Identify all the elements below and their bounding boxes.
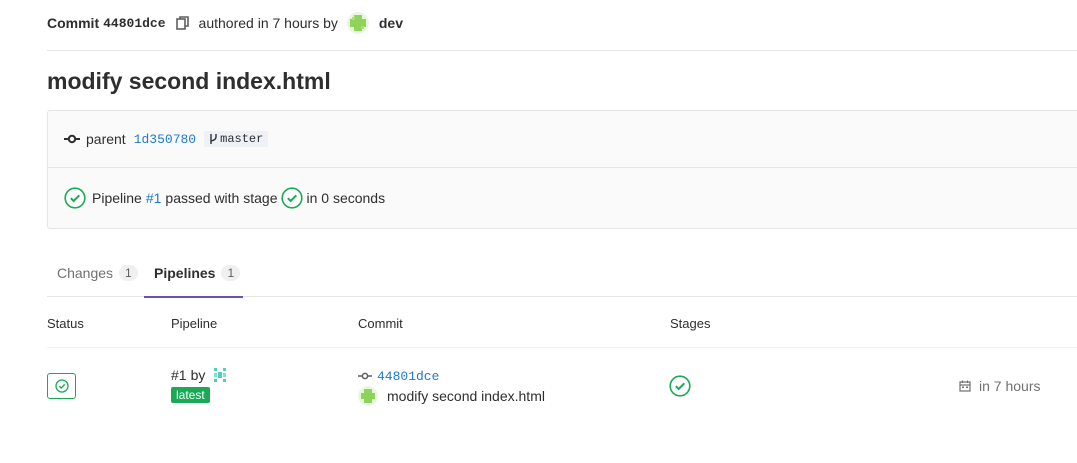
pipeline-time-text: in 7 hours	[979, 378, 1041, 394]
copy-icon	[175, 16, 189, 30]
column-header-pipeline: Pipeline	[171, 316, 218, 331]
commit-author-avatar[interactable]	[358, 386, 378, 406]
author-name-link[interactable]: dev	[379, 15, 403, 31]
triggerer-avatar[interactable]	[210, 365, 231, 385]
branch-icon	[210, 134, 217, 144]
commit-sha-cell: 44801dce	[358, 367, 439, 385]
status-success-icon	[54, 379, 69, 393]
authored-text: authored in 7 hours by	[198, 15, 338, 31]
pipeline-id-cell: #1 by	[171, 365, 231, 385]
table-header-divider	[47, 347, 1077, 348]
tab-pipelines-count: 1	[221, 265, 241, 281]
column-header-stages: Stages	[670, 316, 711, 331]
commit-header: Commit 44801dce authored in 7 hours by d…	[47, 12, 403, 34]
header-divider	[47, 50, 1077, 51]
stage-success-icon	[669, 375, 691, 397]
pipeline-id-link[interactable]: #1	[146, 190, 162, 206]
branch-badge[interactable]: master	[204, 131, 269, 147]
pipeline-prefix: Pipeline	[92, 190, 142, 206]
parent-label: parent	[86, 131, 126, 147]
column-header-status: Status	[47, 316, 84, 331]
stage-status-button[interactable]	[669, 375, 691, 397]
commit-node-icon	[64, 134, 80, 144]
column-header-commit: Commit	[358, 316, 403, 331]
tab-pipelines-label: Pipelines	[154, 265, 216, 281]
pipeline-status-badge[interactable]	[47, 373, 76, 399]
pipeline-id-link[interactable]: #1	[171, 367, 187, 383]
pipeline-status-link[interactable]	[64, 187, 86, 209]
copy-sha-button[interactable]	[175, 15, 191, 31]
latest-badge: latest	[171, 387, 210, 403]
info-divider	[48, 167, 1077, 168]
branch-name: master	[220, 132, 264, 146]
parent-sha-link[interactable]: 1d350780	[134, 132, 196, 147]
pipeline-status-text: passed with stage	[165, 190, 278, 206]
pipeline-status-row: Pipeline #1 passed with stage in 0 secon…	[64, 186, 385, 210]
commit-label: Commit	[47, 15, 100, 31]
tab-pipelines[interactable]: Pipelines 1	[144, 249, 243, 298]
tab-changes-label: Changes	[57, 265, 114, 281]
pipeline-by-text: by	[190, 367, 206, 383]
tab-changes-count: 1	[119, 265, 138, 281]
commit-sha: 44801dce	[103, 15, 166, 31]
commit-tabs: Changes 1 Pipelines 1	[47, 249, 1077, 298]
author-avatar[interactable]	[346, 12, 369, 34]
commit-message-cell: modify second index.html	[358, 386, 545, 406]
calendar-icon	[959, 380, 971, 392]
page-title: modify second index.html	[47, 68, 331, 94]
stage-success-icon	[281, 187, 304, 209]
parent-row: parent 1d350780 master	[64, 128, 269, 150]
commit-node-icon	[358, 372, 372, 380]
pipeline-time: in 7 hours	[959, 377, 1040, 395]
commit-info-box: parent 1d350780 master Pipeline #1 passe…	[47, 110, 1077, 229]
status-success-icon	[64, 187, 86, 209]
tab-changes[interactable]: Changes 1	[47, 249, 148, 297]
pipeline-duration: in 0 seconds	[306, 190, 386, 206]
stage-status-button[interactable]	[281, 187, 304, 209]
commit-sha-link[interactable]: 44801dce	[377, 369, 439, 384]
commit-message-link[interactable]: modify second index.html	[387, 388, 545, 404]
